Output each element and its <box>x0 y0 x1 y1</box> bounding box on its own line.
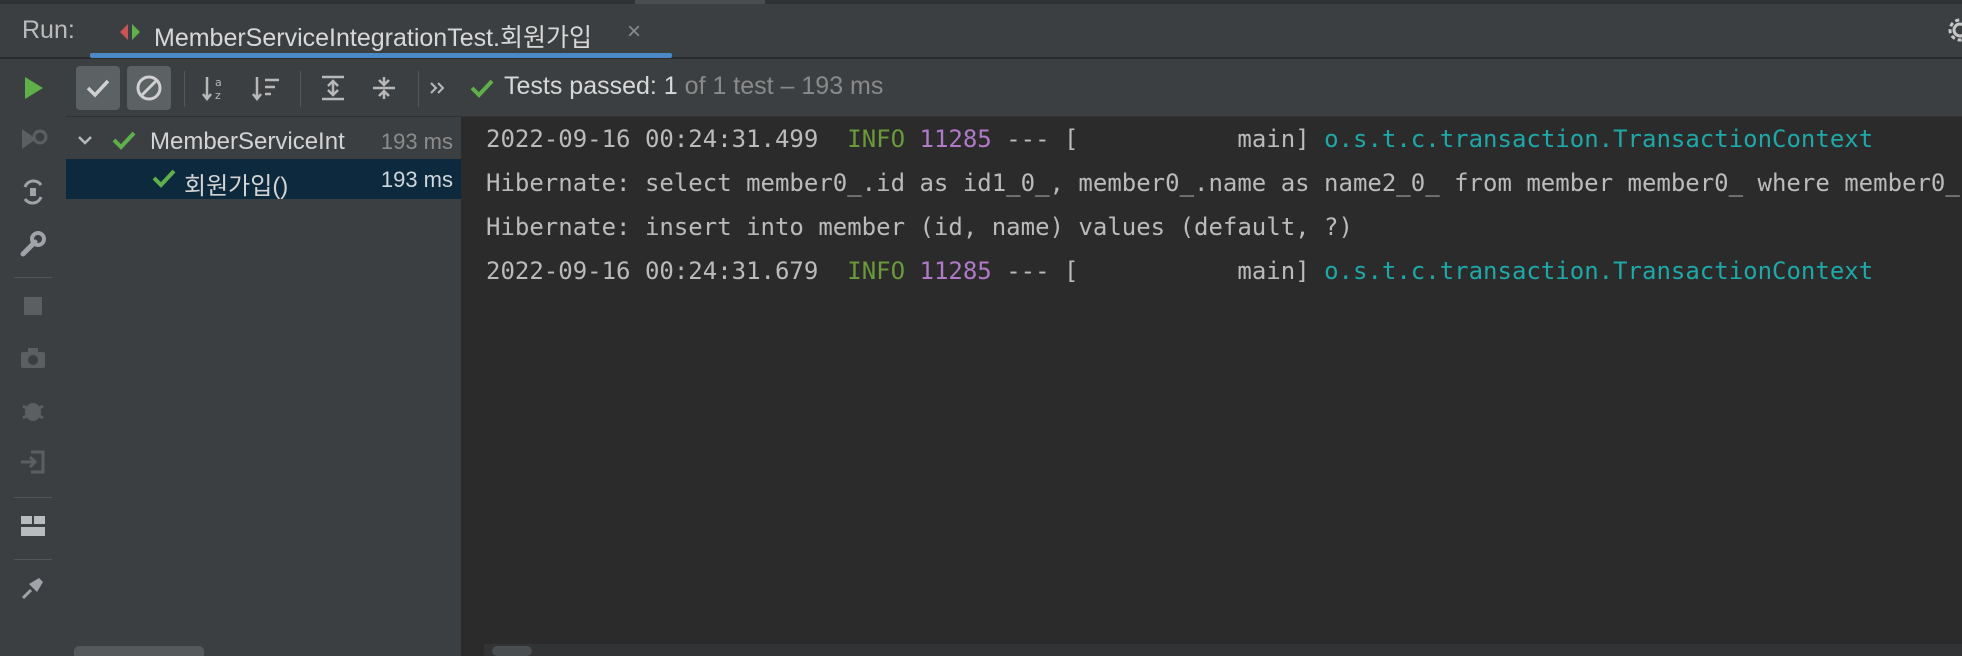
camera-icon[interactable] <box>16 341 50 375</box>
rerun-icon[interactable] <box>16 71 50 105</box>
passed-check-icon <box>112 129 136 156</box>
show-ignored-icon[interactable] <box>127 66 171 110</box>
sort-duration-icon[interactable] <box>244 66 288 110</box>
tree-item-test[interactable]: 회원가입() 193 ms <box>66 159 461 200</box>
status-passed: Tests passed: 1 <box>504 72 678 100</box>
svg-text:a: a <box>215 76 222 89</box>
close-icon[interactable]: × <box>627 18 641 46</box>
run-config-tab[interactable]: MemberServiceIntegrationTest.회원가입 × <box>90 4 672 58</box>
junit-run-config-icon <box>116 20 144 44</box>
log-line: Hibernate: insert into member (id, name)… <box>486 213 1353 241</box>
tree-item-suite[interactable]: MemberServiceInt 193 ms <box>66 121 461 161</box>
status-summary: of 1 test – 193 ms <box>677 72 884 100</box>
tree-item-label: 회원가입() <box>184 173 289 200</box>
passed-check-icon <box>152 167 176 194</box>
test-runner-toolbar: az Tests passed: 1 of 1 test – 193 ms <box>66 59 1962 117</box>
chevron-down-icon[interactable] <box>76 131 94 154</box>
run-tool-window-header: Run: MemberServiceIntegrationTest.회원가입 × <box>0 0 1962 58</box>
run-tab-title: MemberServiceIntegrationTest.회원가입 <box>154 24 592 52</box>
gear-icon[interactable] <box>1934 16 1962 44</box>
layout-icon[interactable] <box>16 509 50 543</box>
tree-item-duration: 193 ms <box>380 129 453 154</box>
rerun-failed-icon[interactable] <box>16 122 50 156</box>
test-tree: MemberServiceInt 193 ms 회원가입() 193 ms <box>66 117 462 656</box>
toggle-auto-test-icon[interactable] <box>16 175 50 209</box>
tree-scrollbar[interactable] <box>74 646 204 656</box>
test-status: Tests passed: 1 of 1 test – 193 ms <box>504 72 883 101</box>
active-tab-indicator <box>90 53 672 58</box>
pin-icon[interactable] <box>16 571 50 605</box>
wrench-icon[interactable] <box>16 227 50 261</box>
show-passed-icon[interactable] <box>76 66 120 110</box>
passed-check-icon <box>466 68 498 108</box>
run-side-toolbar <box>0 59 67 656</box>
log-line: Hibernate: select member0_.id as id1_0_,… <box>486 169 1962 197</box>
tree-item-duration: 193 ms <box>380 167 453 192</box>
more-icon[interactable] <box>420 66 454 110</box>
debug-icon[interactable] <box>16 393 50 427</box>
svg-text:z: z <box>215 89 221 102</box>
collapse-all-icon[interactable] <box>362 66 406 110</box>
log-line: 2022-09-16 00:24:31.679 INFO 11285 --- [… <box>486 257 1874 285</box>
sort-alpha-icon[interactable]: az <box>194 66 238 110</box>
tree-item-label: MemberServiceInt <box>150 128 345 155</box>
console-horizontal-scrollbar[interactable] <box>484 644 1962 656</box>
run-label: Run: <box>22 16 75 44</box>
expand-all-icon[interactable] <box>311 66 355 110</box>
console-output[interactable]: 2022-09-16 00:24:31.499 INFO 11285 --- [… <box>462 117 1962 656</box>
stop-icon[interactable] <box>16 289 50 323</box>
log-line: 2022-09-16 00:24:31.499 INFO 11285 --- [… <box>486 125 1874 153</box>
exit-icon[interactable] <box>16 445 50 479</box>
